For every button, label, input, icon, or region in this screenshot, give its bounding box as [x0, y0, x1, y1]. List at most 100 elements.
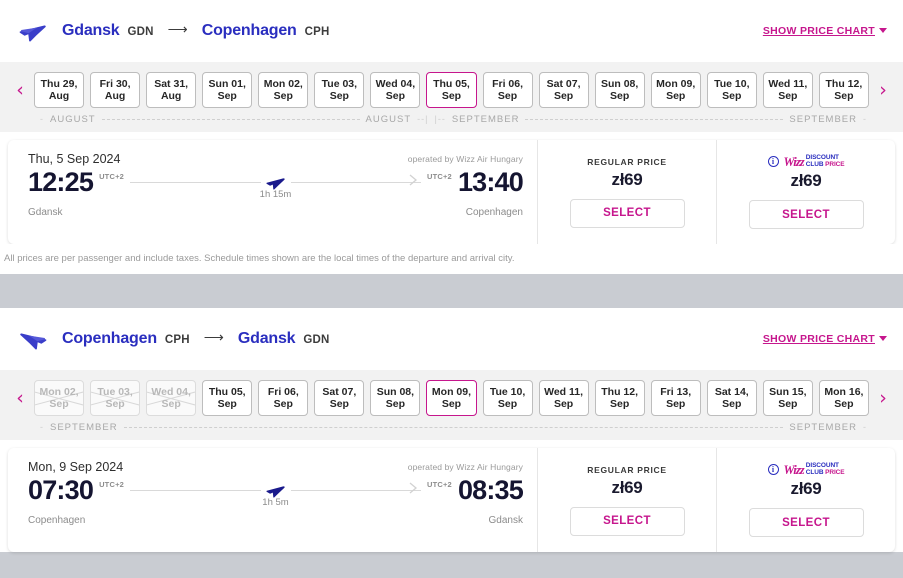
- inbound-date-cell: Wed 04, Sep: [146, 380, 197, 416]
- outbound-wdc-price-value: zł69: [790, 171, 822, 190]
- outbound-date-cell[interactable]: Thu 05, Sep: [426, 72, 477, 108]
- inbound-destination-city: Gdansk: [237, 329, 296, 347]
- inbound-date-list: Mon 02, Sep Tue 03, Sep Wed 04, Sep Thu 05, Sep…: [34, 380, 869, 416]
- inbound-date-cell[interactable]: Fri 06, Sep: [258, 380, 309, 416]
- outbound-date-cell[interactable]: Thu 12, Sep: [818, 72, 869, 108]
- inbound-date-cell[interactable]: Sat 07, Sep: [314, 380, 365, 416]
- date-day: Sat 07,: [546, 77, 581, 90]
- inbound-date-cell[interactable]: Wed 11, Sep: [538, 380, 589, 416]
- date-day: Thu 12,: [825, 77, 863, 90]
- inbound-month-marker-1: SEPTEMBER: [789, 421, 857, 433]
- outbound-date-cell[interactable]: Sat 07, Sep: [538, 72, 589, 108]
- outbound-date-cell[interactable]: Mon 02, Sep: [258, 72, 309, 108]
- inbound-date-cell[interactable]: Sat 14, Sep: [706, 380, 757, 416]
- date-month: Sep: [553, 90, 574, 102]
- inbound-date-cell[interactable]: Mon 09, Sep: [426, 380, 477, 416]
- outbound-duration: 1h 15m: [259, 189, 292, 201]
- date-month: Sep: [722, 398, 742, 410]
- outbound-date-cell[interactable]: Fri 06, Sep: [482, 72, 533, 108]
- outbound-timeline: 12:25 UTC+2 1h 15m UTC+2 13:40: [28, 168, 524, 201]
- inbound-date-cell[interactable]: Sun 15, Sep: [762, 380, 813, 416]
- date-month: Aug: [104, 90, 126, 102]
- inbound-date-cell[interactable]: Sun 08, Sep: [370, 380, 421, 416]
- outbound-date-cell[interactable]: Mon 09, Sep: [650, 72, 701, 108]
- chevron-down-icon: [879, 28, 887, 33]
- inbound-date-cell[interactable]: Mon 16, Sep: [818, 380, 869, 416]
- inbound-date-strip: ‹ Mon 02, Sep Tue 03, Sep Wed 04, Sep Thu 05, S…: [0, 370, 903, 440]
- date-month: Sep: [217, 90, 237, 102]
- outbound-date-cell[interactable]: Tue 10, Sep: [706, 72, 757, 108]
- outbound-date-cell[interactable]: Wed 11, Sep: [762, 72, 813, 108]
- chevron-down-icon: [879, 336, 887, 341]
- inbound-regular-price-value: zł69: [611, 477, 643, 497]
- timeline-tick: -: [40, 422, 44, 432]
- outbound-date-cell[interactable]: Wed 04, Sep: [370, 72, 421, 108]
- outbound-arrive-utc: UTC+2: [426, 171, 452, 181]
- inbound-month-marker-0: SEPTEMBER: [50, 421, 118, 433]
- date-month: Aug: [48, 90, 70, 102]
- outbound-prev-dates-button[interactable]: ‹: [6, 80, 34, 100]
- wizz-discount-club-logo-icon: Wizz DISCOUNT CLUB PRICE: [784, 462, 845, 476]
- inbound-date-cell[interactable]: Fri 13, Sep: [650, 380, 701, 416]
- date-month: Sep: [497, 398, 518, 410]
- outbound-month-marker-0: AUGUST: [50, 113, 96, 125]
- date-month: Sep: [610, 398, 630, 410]
- timeline-dash: [123, 426, 784, 428]
- date-month: Sep: [497, 90, 518, 102]
- outbound-date-cell[interactable]: Sat 31, Aug: [146, 72, 197, 108]
- outbound-date-cell[interactable]: Sun 08, Sep: [594, 72, 645, 108]
- date-month: Sep: [329, 398, 349, 410]
- outbound-wdc-select-button[interactable]: SELECT: [748, 200, 864, 229]
- inbound-prev-dates-button[interactable]: ‹: [6, 388, 34, 408]
- inbound-date-cell[interactable]: Thu 05, Sep: [202, 380, 253, 416]
- inbound-wdc-select-button[interactable]: SELECT: [748, 508, 864, 537]
- date-day: Sun 08,: [376, 385, 415, 398]
- inbound-date-cell[interactable]: Tue 10, Sep: [482, 380, 533, 416]
- inbound-show-price-chart-label: SHOW PRICE CHART: [762, 332, 875, 345]
- outbound-date-cell[interactable]: Fri 30, Aug: [90, 72, 141, 108]
- outbound-date-cell[interactable]: Tue 03, Sep: [314, 72, 365, 108]
- outbound-next-dates-button[interactable]: ›: [869, 80, 897, 100]
- info-icon[interactable]: i: [767, 156, 779, 167]
- inbound-next-dates-button[interactable]: ›: [869, 388, 897, 408]
- outbound-date-cell[interactable]: Sun 01, Sep: [202, 72, 253, 108]
- date-day: Sun 01,: [208, 77, 246, 90]
- date-day: Sat 31,: [154, 77, 189, 90]
- inbound-operated-by: operated by Wizz Air Hungary: [407, 462, 523, 472]
- wdc-wordmark-lines: DISCOUNT CLUB PRICE: [805, 462, 845, 476]
- inbound-regular-select-button[interactable]: SELECT: [569, 506, 685, 536]
- date-month: Sep: [385, 90, 406, 102]
- date-day: Thu 12,: [601, 385, 639, 398]
- inbound-date-cell[interactable]: Thu 12, Sep: [594, 380, 645, 416]
- timeline-tick: --|: [417, 114, 429, 124]
- date-day: Wed 11,: [544, 385, 584, 398]
- flight-search-results-page: Gdansk GDN ⟶ Copenhagen CPH SHOW PRICE C…: [0, 0, 903, 578]
- outbound-date-strip: ‹ Thu 29, Aug Fri 30, Aug Sat 31, Aug Sun 01, S…: [0, 62, 903, 132]
- outbound-date-list: Thu 29, Aug Fri 30, Aug Sat 31, Aug Sun 01, Sep…: [34, 72, 869, 108]
- date-day: Fri 06,: [267, 385, 299, 398]
- inbound-route-track: 1h 5m: [130, 481, 421, 508]
- inbound-flight-card: Mon, 9 Sep 2024 operated by Wizz Air Hun…: [8, 448, 895, 552]
- outbound-show-price-chart-button[interactable]: SHOW PRICE CHART: [763, 25, 887, 37]
- wizz-discount-club-logo-icon: Wizz DISCOUNT CLUB PRICE: [784, 154, 845, 168]
- date-day: Tue 10,: [714, 77, 750, 90]
- info-icon[interactable]: i: [767, 464, 779, 475]
- outbound-regular-select-button[interactable]: SELECT: [569, 198, 685, 228]
- outbound-date-cell[interactable]: Thu 29, Aug: [34, 72, 85, 108]
- date-day: Wed 11,: [768, 77, 808, 90]
- outbound-destination-code: CPH: [304, 25, 330, 38]
- wdc-line-2: CLUB PRICE: [805, 468, 845, 476]
- outbound-route-header: Gdansk GDN ⟶ Copenhagen CPH SHOW PRICE C…: [0, 0, 903, 62]
- timeline-dash: [525, 118, 784, 120]
- date-month: Sep: [441, 90, 462, 102]
- inbound-cities-row: Copenhagen Gdansk: [28, 515, 523, 526]
- date-month: Sep: [329, 90, 349, 102]
- inbound-regular-price-column: REGULAR PRICE zł69 SELECT: [537, 448, 716, 552]
- date-day: Mon 02,: [39, 385, 79, 398]
- date-month: Sep: [217, 398, 237, 410]
- inbound-discount-club-price-column: i Wizz DISCOUNT CLUB PRICE zł69 SELECT: [716, 448, 895, 552]
- date-month: Sep: [610, 90, 630, 102]
- date-month: Sep: [273, 398, 293, 410]
- inbound-show-price-chart-button[interactable]: SHOW PRICE CHART: [763, 333, 887, 345]
- date-month: Sep: [666, 90, 686, 102]
